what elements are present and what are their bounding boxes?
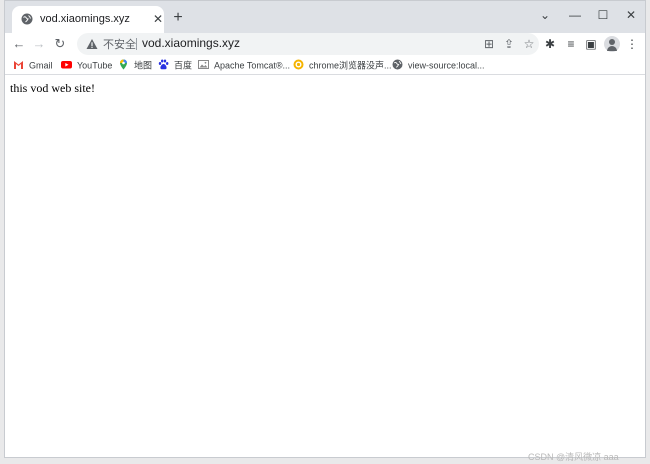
bookmark-view-source[interactable]: view-source:local... [392,58,485,72]
warning-icon[interactable] [86,38,98,50]
tab-strip: vod.xiaomings.xyz ✕ + ⌄ — ☐ ✕ [5,1,645,33]
page-body-text: this vod web site! [10,81,95,95]
bookmark-label: Gmail [29,60,53,71]
bookmark-apache-tomcat[interactable]: Apache Tomcat®... [198,58,290,72]
translate-icon[interactable]: ⊞ [482,37,496,51]
tab-close-icon[interactable]: ✕ [151,12,165,26]
bookmark-baidu[interactable]: 百度 [158,58,192,72]
bookmark-chrome-sound[interactable]: chrome浏览器没声... [293,58,392,72]
tab-active[interactable]: vod.xiaomings.xyz ✕ [12,6,164,33]
bookmark-youtube[interactable]: YouTube [61,58,112,72]
new-tab-button[interactable]: + [170,10,186,26]
address-bar[interactable]: 不安全 vod.xiaomings.xyz ⊞ ⇪ ☆ [77,33,539,55]
tab-title: vod.xiaomings.xyz [40,13,130,25]
youtube-icon [61,61,72,69]
url-text[interactable]: vod.xiaomings.xyz [142,36,240,50]
tab-search-chevron-down-icon[interactable]: ⌄ [531,4,559,26]
reading-list-icon[interactable]: ≡ [564,37,578,51]
reload-button[interactable]: ↻ [52,36,68,52]
globe-icon [392,59,403,70]
share-icon[interactable]: ⇪ [502,37,516,51]
bookmark-label: 百度 [174,60,193,71]
csdn-icon [293,59,304,70]
minimize-button[interactable]: — [561,4,589,26]
avatar-head [609,39,615,45]
menu-kebab-icon[interactable]: ⋮ [625,37,639,51]
gmail-icon [14,61,23,70]
baidu-icon [158,59,169,70]
profile-avatar[interactable] [604,36,620,52]
security-status[interactable]: 不安全 [103,36,136,52]
bookmark-label: YouTube [77,60,113,71]
bookmark-label: chrome浏览器没声... [309,60,392,71]
page-content: this vod web site! [5,75,645,457]
bookmark-label: Apache Tomcat®... [214,60,291,71]
browser-window: vod.xiaomings.xyz ✕ + ⌄ — ☐ ✕ ← → ↻ 不安全 … [4,0,646,458]
close-window-button[interactable]: ✕ [617,4,645,26]
watermark: CSDN @清风微凉 aaa [528,452,619,462]
bookmark-maps[interactable]: 地图 [118,58,152,72]
globe-icon [21,13,33,25]
image-icon [198,60,209,70]
side-panel-icon[interactable]: ▣ [584,37,598,51]
bookmarks-bar: Gmail YouTube 地图 百度 Apache Tomcat®... ch… [5,55,645,75]
avatar-body [607,46,617,51]
toolbar: ← → ↻ 不安全 vod.xiaomings.xyz ⊞ ⇪ ☆ ✱ ≡ ▣ … [5,33,645,55]
maximize-button[interactable]: ☐ [589,4,617,26]
back-button[interactable]: ← [11,36,27,52]
extensions-icon[interactable]: ✱ [543,37,557,51]
maps-icon [120,59,127,70]
bookmark-star-icon[interactable]: ☆ [522,37,536,51]
bookmark-gmail[interactable]: Gmail [13,58,53,72]
bookmark-label: 地图 [134,60,153,71]
omnibox-divider [136,38,137,50]
forward-button[interactable]: → [31,36,47,52]
bookmark-label: view-source:local... [408,60,485,71]
